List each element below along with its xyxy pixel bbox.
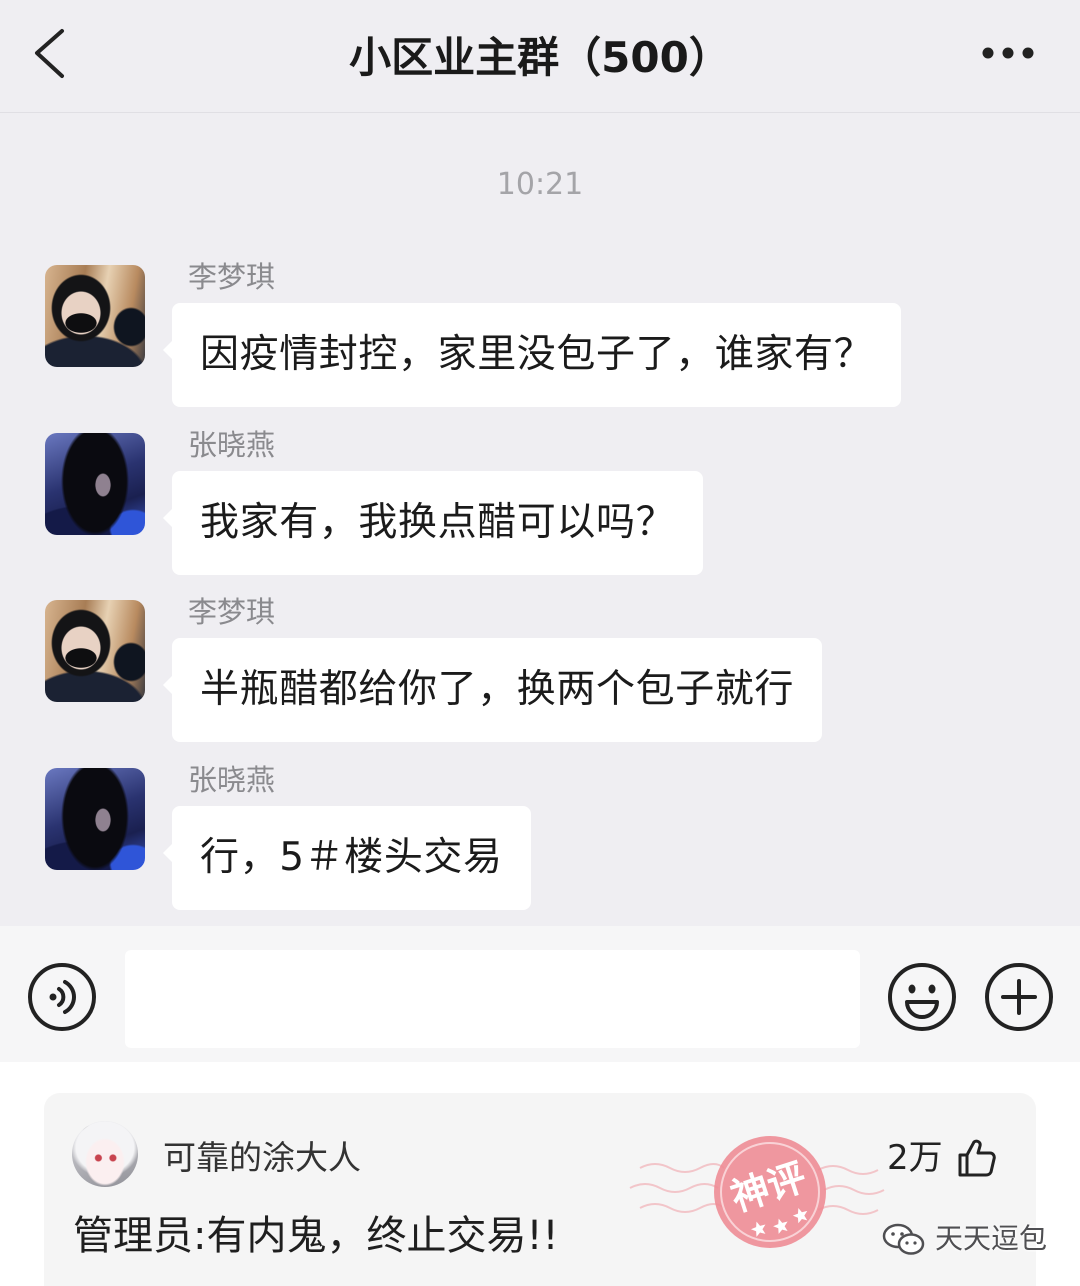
message-bubble[interactable]: 因疫情封控，家里没包子了，谁家有？ [162,303,902,407]
emoji-icon [888,963,956,1031]
comment-card: 可靠的涂大人 神评 2万 管理员:有内鬼，终止交易!! [44,1093,1036,1286]
avatar[interactable] [45,433,145,535]
more-dots-icon [982,47,1034,59]
message-row: 李梦琪 半瓶醋都给你了，换两个包子就行 [0,595,1080,750]
more-button[interactable] [972,30,1044,76]
commenter-avatar[interactable] [72,1121,138,1187]
message-input[interactable] [125,950,860,1048]
shenping-badge-stamp: 神评 [629,1136,885,1248]
thumbs-up-icon [958,1139,996,1177]
message-bubble[interactable]: 行，5＃楼头交易 [163,806,531,910]
commenter-name[interactable]: 可靠的涂大人 [163,1138,361,1178]
message-row: 李梦琪 因疫情封控，家里没包子了，谁家有？ [0,260,1080,415]
watermark-text: 天天逗包 [935,1222,1048,1255]
voice-button[interactable] [26,961,98,1033]
like-button[interactable] [956,1137,998,1179]
message-bubble[interactable]: 半瓶醋都给你了，换两个包子就行 [162,638,823,742]
plus-icon [985,963,1053,1031]
plus-button[interactable] [983,961,1055,1033]
chat-header: 小区业主群（500） [0,0,1080,113]
avatar[interactable] [45,768,145,870]
sender-name: 张晓燕 [188,428,276,462]
sender-name: 李梦琪 [188,595,276,629]
sender-name: 张晓燕 [188,763,276,797]
like-count: 2万 [887,1138,943,1178]
input-bar [0,926,1080,1062]
timestamp: 10:21 [496,167,584,202]
comment-text: 管理员:有内鬼，终止交易!! [73,1213,559,1259]
voice-icon [28,963,96,1031]
message-row: 张晓燕 我家有，我换点醋可以吗？ [0,428,1080,583]
chat-title: 小区业主群（500） [349,33,731,82]
emoji-button[interactable] [886,961,958,1033]
avatar[interactable] [45,265,145,367]
message-row: 张晓燕 行，5＃楼头交易 [0,763,1080,918]
message-list: 10:21 李梦琪 因疫情封控，家里没包子了，谁家有？ 张晓燕 我家有，我换点醋… [0,113,1080,926]
sender-name: 李梦琪 [188,260,276,294]
avatar[interactable] [45,600,145,702]
message-bubble[interactable]: 我家有，我换点醋可以吗？ [162,471,704,575]
watermark: 天天逗包 [881,1220,1051,1260]
